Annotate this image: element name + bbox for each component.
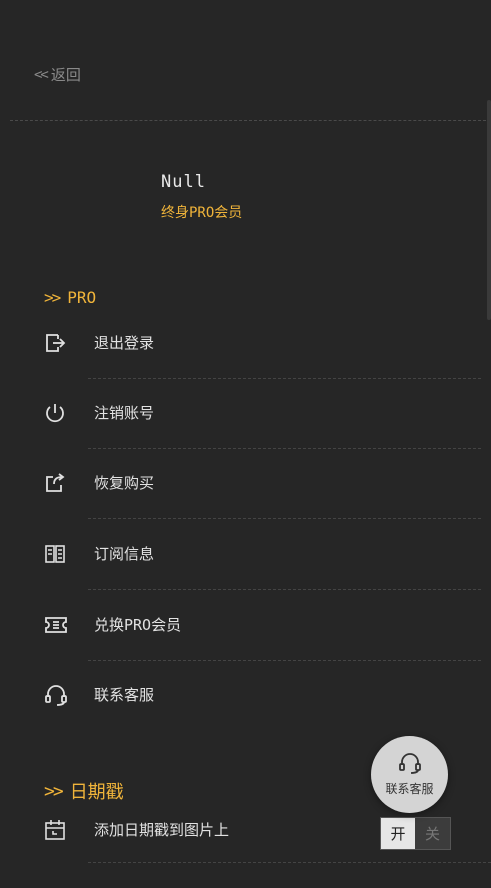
membership-tier: 终身PRO会员 [161, 205, 243, 221]
double-chevron-left-icon: << [34, 66, 49, 83]
restore-icon [44, 471, 74, 495]
menu-item-delete-account[interactable]: 注销账号 [44, 401, 481, 471]
divider [88, 862, 491, 863]
double-chevron-right-icon: >> [44, 780, 64, 802]
date-stamp-label: 添加日期戳到图片上 [94, 821, 230, 839]
divider [88, 518, 481, 519]
menu-item-restore-purchase[interactable]: 恢复购买 [44, 471, 481, 541]
user-info: Null 终身PRO会员 [161, 172, 242, 222]
header-divider [10, 120, 491, 121]
headset-icon [44, 683, 74, 707]
menu-item-label: 退出登录 [94, 334, 155, 352]
fab-label: 联系客服 [385, 782, 434, 796]
subscription-icon [44, 542, 74, 566]
scrollbar[interactable] [487, 100, 491, 320]
menu-item-label: 恢复购买 [94, 474, 155, 492]
section-date-stamp-heading: >> 日期戳 [44, 778, 124, 804]
menu-item-label: 注销账号 [94, 404, 155, 422]
headset-icon [397, 752, 423, 778]
menu-item-logout[interactable]: 退出登录 [44, 331, 481, 401]
back-button[interactable]: << 返回 [34, 64, 81, 85]
divider [88, 589, 481, 590]
logout-icon [44, 331, 74, 355]
menu-item-label: 联系客服 [94, 686, 155, 704]
back-label: 返回 [50, 66, 81, 84]
calendar-icon [44, 818, 74, 842]
user-name: Null [161, 172, 206, 192]
double-chevron-right-icon: >> [44, 288, 61, 307]
toggle-on-option[interactable]: 开 [381, 818, 415, 849]
divider [88, 448, 481, 449]
section-pro-heading: >> PRO [44, 288, 96, 307]
toggle-off-option[interactable]: 关 [415, 818, 450, 849]
power-icon [44, 401, 74, 425]
divider [88, 378, 481, 379]
section-date-stamp-title: 日期戳 [69, 782, 124, 803]
section-pro-title: PRO [67, 288, 97, 307]
menu-item-redeem-pro[interactable]: 兑换PRO会员 [44, 613, 481, 683]
ticket-icon [44, 613, 74, 637]
divider [88, 660, 481, 661]
date-stamp-toggle[interactable]: 开 关 [380, 817, 451, 850]
menu-item-label: 兑换PRO会员 [94, 616, 182, 634]
contact-support-fab[interactable]: 联系客服 [371, 736, 448, 813]
menu-item-label: 订阅信息 [94, 545, 155, 563]
menu-item-subscription-info[interactable]: 订阅信息 [44, 542, 481, 612]
